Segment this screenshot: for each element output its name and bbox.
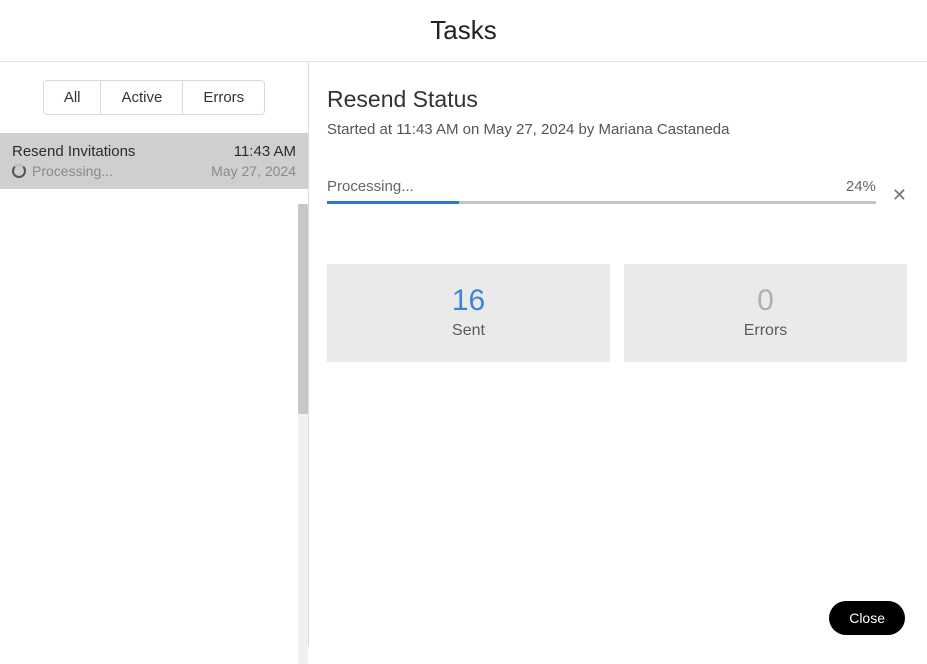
stat-sent-value: 16 (327, 284, 610, 318)
progress-bar-container: Processing... 24% (327, 178, 876, 204)
progress-area: Processing... 24% ✕ (327, 178, 907, 204)
filter-group: All Active Errors (0, 62, 308, 133)
page-title: Tasks (430, 15, 496, 46)
scrollbar-track[interactable] (298, 204, 308, 664)
progress-fill (327, 201, 459, 204)
task-row-top: Resend Invitations 11:43 AM (12, 143, 296, 160)
progress-label: Processing... (327, 178, 414, 195)
progress-percent: 24% (846, 178, 876, 195)
task-row-bottom: Processing... May 27, 2024 (12, 163, 296, 179)
detail-panel: Resend Status Started at 11:43 AM on May… (309, 62, 927, 647)
stat-errors-value: 0 (624, 284, 907, 318)
filter-all-button[interactable]: All (43, 80, 102, 115)
body: All Active Errors Resend Invitations 11:… (0, 62, 927, 647)
spinner-icon (12, 164, 26, 178)
filter-errors-button[interactable]: Errors (182, 80, 265, 115)
detail-subtitle: Started at 11:43 AM on May 27, 2024 by M… (327, 121, 907, 138)
close-button[interactable]: Close (829, 601, 905, 635)
stat-sent-label: Sent (327, 322, 610, 340)
progress-top: Processing... 24% (327, 178, 876, 195)
stats-row: 16 Sent 0 Errors (327, 264, 907, 362)
task-list: Resend Invitations 11:43 AM Processing..… (0, 133, 308, 647)
scrollbar-thumb[interactable] (298, 204, 308, 414)
progress-track (327, 201, 876, 204)
detail-title: Resend Status (327, 86, 907, 113)
close-icon[interactable]: ✕ (892, 186, 907, 204)
stat-errors-label: Errors (624, 322, 907, 340)
task-date: May 27, 2024 (211, 163, 296, 179)
filter-active-button[interactable]: Active (101, 80, 182, 115)
header: Tasks (0, 0, 927, 62)
stat-card-sent: 16 Sent (327, 264, 610, 362)
sidebar: All Active Errors Resend Invitations 11:… (0, 62, 309, 647)
task-status-wrap: Processing... (12, 163, 113, 179)
stat-card-errors: 0 Errors (624, 264, 907, 362)
task-time: 11:43 AM (234, 143, 296, 160)
task-item[interactable]: Resend Invitations 11:43 AM Processing..… (0, 133, 308, 189)
task-name: Resend Invitations (12, 143, 135, 160)
task-status: Processing... (32, 163, 113, 179)
